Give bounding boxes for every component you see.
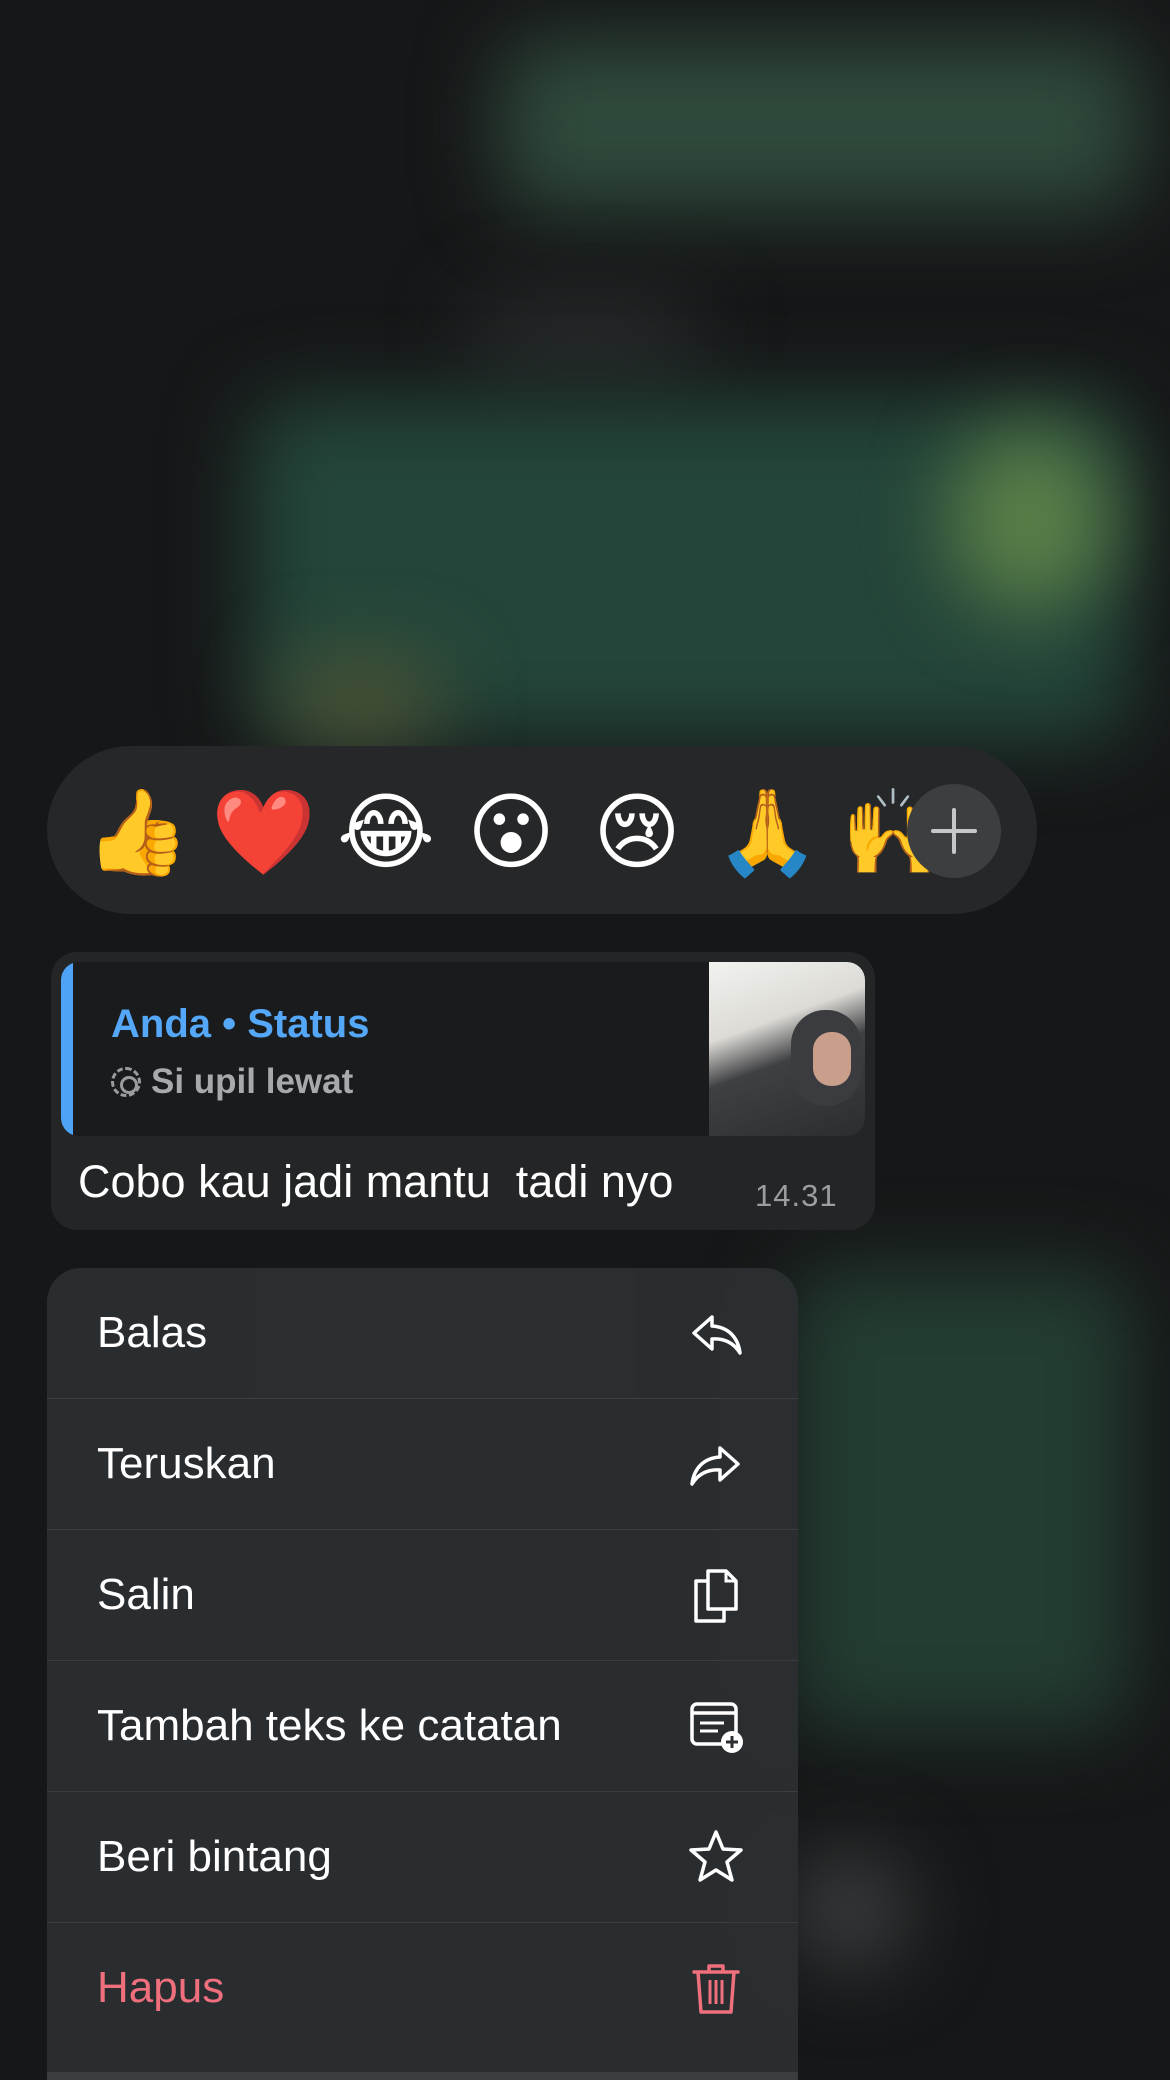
star-icon [689,1830,743,1882]
plus-icon[interactable] [907,784,1001,878]
menu-item-label: Tambah teks ke catatan [97,1701,562,1750]
menu-item-forward[interactable]: Teruskan [47,1399,798,1530]
status-quote[interactable]: Anda • Status Si upil lewat [61,962,865,1136]
trash-icon [692,1964,740,2014]
thumbnail-face [813,1032,851,1086]
copy-icon [694,1569,738,1623]
praying-hands-emoji[interactable]: 🙏 [715,784,820,880]
background-bubble [790,1850,910,1970]
menu-item-reply[interactable]: Balas [47,1268,798,1399]
menu-item-label: Salin [97,1570,195,1619]
menu-item-label: Beri bintang [97,1832,332,1881]
message-time: 14.31 [755,1178,838,1213]
thumbs-up-emoji[interactable]: 👍 [85,784,190,880]
surprised-emoji[interactable]: 😮 [463,784,559,880]
add-note-icon [690,1702,743,1753]
menu-item-star[interactable]: Beri bintang [47,1792,798,1923]
background-bubble [500,40,1140,210]
menu-item-label: Balas [97,1308,208,1357]
message-bubble[interactable]: Anda • Status Si upil lewat Cobo kau jad… [51,952,875,1230]
quote-accent-bar [61,962,73,1136]
quote-subtitle-row: Si upil lewat [111,1062,353,1102]
laughing-emoji[interactable]: 😂 [337,784,435,880]
status-thumbnail [709,962,865,1136]
message-text: Cobo kau jadi mantu tadi nyo [78,1156,674,1207]
reply-icon [692,1315,742,1355]
forward-icon [690,1446,740,1486]
background-bubble [790,1270,1130,1730]
menu-item-add-note[interactable]: Tambah teks ke catatan [47,1661,798,1792]
menu-item-copy[interactable]: Salin [47,1530,798,1661]
menu-item-label: Hapus [97,1963,225,2012]
status-ring-icon [111,1067,141,1097]
menu-item-delete[interactable]: Hapus [47,1923,798,2054]
menu-bottom-edge [47,2072,798,2080]
context-menu: Balas Teruskan Salin Tambah teks ke cata… [47,1268,798,2080]
background-bubble [280,660,440,740]
reaction-bar: 👍 ❤️ 😂 😮 😢 🙏 🙌 [47,746,1037,914]
background-bubble [950,430,1110,610]
crying-emoji[interactable]: 😢 [589,784,685,880]
quote-title: Anda • Status [111,1002,370,1046]
heart-emoji[interactable]: ❤️ [211,784,316,880]
menu-item-label: Teruskan [97,1439,276,1488]
quote-subtitle: Si upil lewat [151,1062,354,1101]
background-bubble [470,300,700,370]
